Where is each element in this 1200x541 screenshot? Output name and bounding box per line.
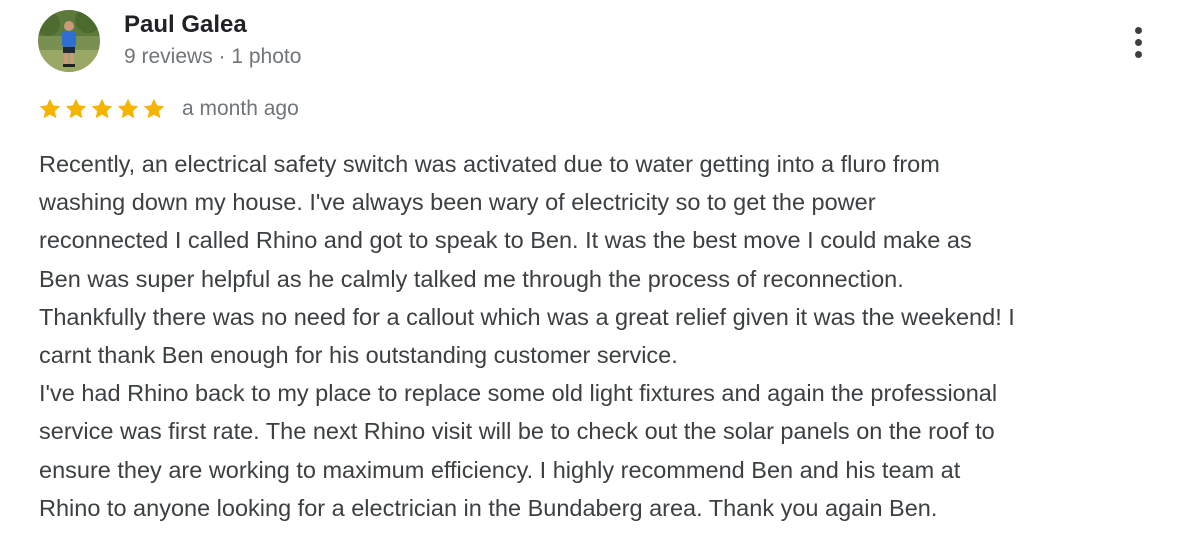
- review-line: Rhino to anyone looking for a electricia…: [39, 494, 938, 521]
- star-icon: [142, 97, 166, 121]
- star-icon: [90, 97, 114, 121]
- review-line: Recently, an electrical safety switch wa…: [39, 151, 940, 177]
- more-vert-icon[interactable]: [1122, 22, 1154, 62]
- review-card: Paul Galea 9 reviews · 1 photo a month a…: [0, 0, 1200, 541]
- review-time: a month ago: [182, 97, 299, 120]
- review-text: Recently, an electrical safety switch wa…: [39, 145, 1179, 527]
- star-icon: [116, 97, 140, 121]
- menu-dot: [1134, 38, 1142, 46]
- star-icon: [38, 97, 62, 121]
- avatar[interactable]: [38, 10, 100, 72]
- review-line: Thankfully there was no need for a callo…: [39, 303, 1015, 330]
- menu-dot: [1134, 26, 1142, 34]
- review-line: I've had Rhino back to my place to repla…: [39, 380, 998, 407]
- review-line: washing down my house. I've always been …: [39, 189, 876, 216]
- review-line: service was first rate. The next Rhino v…: [39, 418, 995, 445]
- review-line: ensure they are working to maximum effic…: [39, 456, 961, 483]
- star-rating: [38, 97, 166, 121]
- review-line: carnt thank Ben enough for his outstandi…: [39, 342, 678, 369]
- reviewer-name[interactable]: Paul Galea: [124, 10, 247, 40]
- review-line: reconnected I called Rhino and got to sp…: [39, 227, 972, 254]
- rating-row: a month ago: [38, 94, 299, 124]
- review-line: Ben was super helpful as he calmly talke…: [39, 265, 904, 292]
- star-icon: [64, 97, 88, 121]
- menu-dot: [1134, 50, 1142, 58]
- reviewer-stats: 9 reviews · 1 photo: [124, 45, 302, 68]
